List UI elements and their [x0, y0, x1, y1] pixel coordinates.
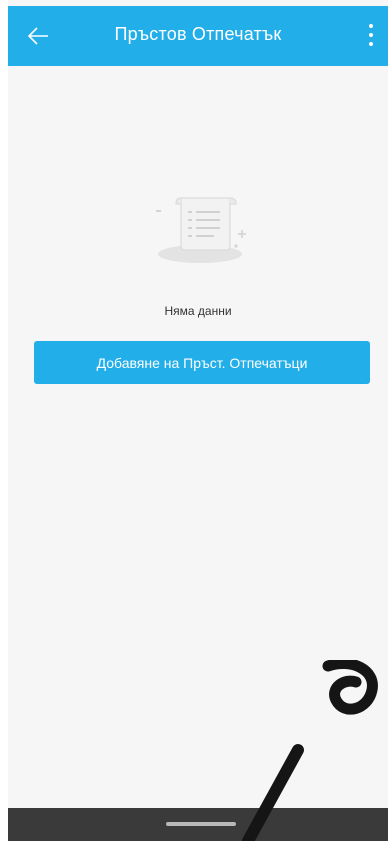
app-screen: Пръстов Отпечатък Няма данни Добавяне на…: [0, 0, 388, 841]
page-title: Пръстов Отпечатък: [114, 24, 282, 44]
main-content: Няма данни Добавяне на Пръст. Отпечатъци: [8, 66, 388, 808]
add-fingerprints-button[interactable]: Добавяне на Пръст. Отпечатъци: [34, 341, 370, 384]
left-edge: [0, 0, 8, 841]
home-pill-icon[interactable]: [166, 822, 236, 826]
empty-document-icon: [148, 192, 258, 272]
system-navigation-bar: [8, 808, 388, 841]
more-vertical-icon[interactable]: [368, 24, 374, 46]
empty-state-message: Няма данни: [164, 304, 232, 318]
app-header: Пръстов Отпечатък: [8, 6, 388, 66]
